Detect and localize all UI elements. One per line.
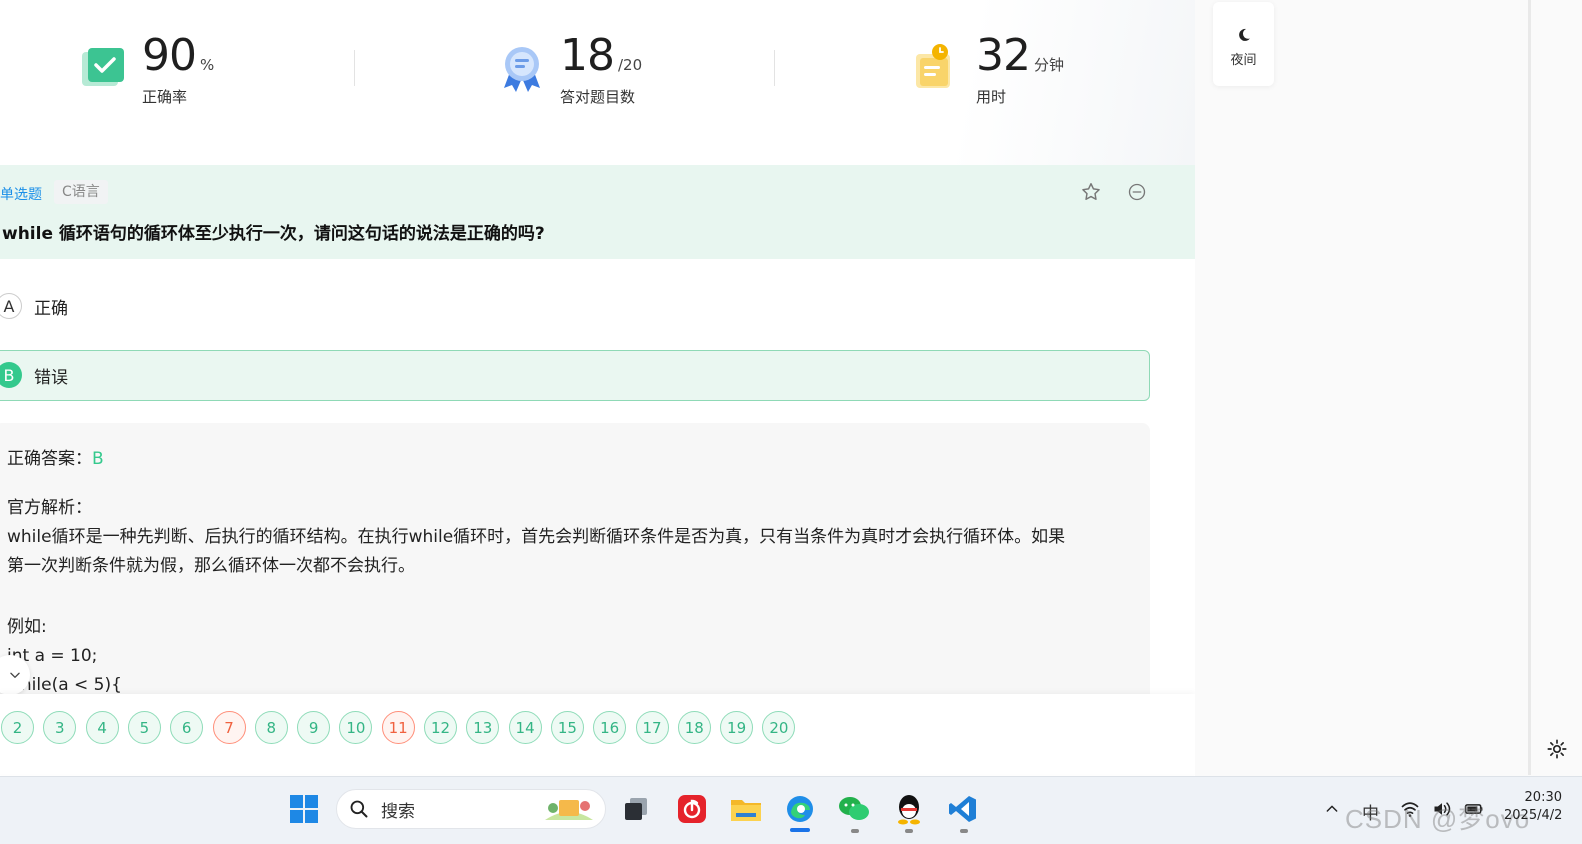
file-explorer-icon[interactable] [728, 791, 764, 827]
option-b-selected-box[interactable] [0, 350, 1150, 401]
stat-accuracy: 90% 正确率 [80, 32, 214, 107]
favorite-star-icon[interactable] [1080, 181, 1102, 203]
question-number-9[interactable]: 9 [297, 711, 331, 744]
question-number-5[interactable]: 5 [127, 711, 161, 744]
clock-note-icon [916, 44, 950, 88]
option-a[interactable]: A 正确 [0, 293, 68, 319]
question-number-4[interactable]: 4 [85, 711, 119, 744]
clock-date: 2025/4/2 [1504, 808, 1563, 823]
question-number-19[interactable]: 19 [720, 711, 754, 744]
official-analysis-label: 官方解析： [7, 498, 92, 518]
app-running-dot [960, 829, 968, 833]
night-mode-button[interactable]: 夜间 [1213, 2, 1274, 86]
question-header: 单选题 C语言 while 循环语句的循环体至少执行一次，请问这句话的说法是正确… [0, 165, 1195, 259]
vscode-icon[interactable] [945, 791, 981, 827]
option-b-text: 错误 [34, 367, 68, 388]
question-number-13[interactable]: 13 [466, 711, 500, 744]
gear-icon[interactable] [1546, 738, 1568, 760]
question-number-6[interactable]: 6 [170, 711, 204, 744]
windows-taskbar: 搜索 中 CSDN @梦ovo 20:30 2025/4/2 [0, 776, 1582, 844]
question-number-20[interactable]: 20 [762, 711, 796, 744]
medal-icon [504, 47, 540, 92]
time-value: 32 [976, 30, 1031, 81]
example-label: 例如: [7, 617, 47, 637]
search-highlight-icon [545, 800, 593, 820]
active-app-indicator [790, 828, 810, 832]
accuracy-value: 90 [142, 30, 197, 81]
chevron-down-icon [10, 672, 20, 678]
stat-correct-count: 18/20 答对题目数 [498, 32, 642, 107]
stat-time-used: 32 分钟 用时 [914, 32, 1064, 107]
question-number-15[interactable]: 15 [550, 711, 584, 744]
task-view-icon[interactable] [618, 791, 654, 827]
taskbar-search-box[interactable]: 搜索 [336, 789, 606, 829]
night-mode-label: 夜间 [1230, 53, 1257, 68]
app-running-dot [851, 829, 859, 833]
moon-icon [1238, 28, 1250, 41]
system-clock[interactable]: 20:30 2025/4/2 [1504, 789, 1562, 825]
question-number-2[interactable]: 2 [1, 711, 34, 744]
answer-analysis-panel: 正确答案：B 官方解析： while循环是一种先判断、后执行的循环结构。在执行w… [0, 423, 1150, 723]
quiz-result-card: 90% 正确率 18/20 答对题目数 32 分钟 用时 单选题 C语言 whi… [0, 0, 1195, 780]
search-icon [350, 800, 368, 818]
option-a-text: 正确 [34, 298, 68, 319]
question-type-tag: 单选题 [0, 187, 42, 203]
analysis-body-line: 第一次判断条件就为假，那么循环体一次都不会执行。 [7, 556, 415, 576]
chevron-up-icon[interactable] [1324, 801, 1340, 817]
question-number-17[interactable]: 17 [635, 711, 669, 744]
netease-music-icon[interactable] [674, 791, 710, 827]
qq-icon[interactable] [891, 791, 927, 827]
question-number-11[interactable]: 11 [381, 711, 415, 744]
time-unit: 分钟 [1034, 56, 1065, 74]
question-number-8[interactable]: 8 [254, 711, 288, 744]
question-number-16[interactable]: 16 [593, 711, 627, 744]
question-number-12[interactable]: 12 [424, 711, 457, 744]
correct-answer-line: 正确答案：B [7, 445, 1150, 474]
accuracy-unit: % [200, 56, 215, 74]
stat-divider [774, 50, 775, 86]
question-number-14[interactable]: 14 [508, 711, 542, 744]
scrollbar-track[interactable] [1528, 0, 1531, 775]
edge-browser-icon[interactable] [782, 791, 818, 827]
correct-unit: /20 [618, 56, 643, 74]
clock-time: 20:30 [1524, 790, 1562, 805]
correct-answer-value: B [92, 449, 104, 469]
csdn-watermark: CSDN @梦ovo [1345, 804, 1531, 834]
stats-bar: 90% 正确率 18/20 答对题目数 32 分钟 用时 [0, 0, 1195, 165]
question-number-10[interactable]: 10 [339, 711, 373, 744]
search-placeholder: 搜索 [381, 801, 415, 822]
check-card-icon [82, 48, 124, 86]
correct-value: 18 [560, 30, 615, 81]
question-number-pager: 2 3 4 5 6 7 8 9 10 11 12 13 14 15 16 17 18 19 20 [0, 694, 1195, 774]
wechat-icon[interactable] [836, 791, 872, 827]
accuracy-label: 正确率 [142, 88, 188, 106]
question-number-18[interactable]: 18 [677, 711, 711, 744]
correct-label: 答对题目数 [560, 88, 636, 106]
time-label: 用时 [976, 88, 1007, 106]
question-number-3[interactable]: 3 [43, 711, 77, 744]
remove-circle-icon[interactable] [1127, 182, 1147, 202]
question-number-7[interactable]: 7 [212, 711, 246, 744]
analysis-body-line: while循环是一种先判断、后执行的循环结构。在执行while循环时，首先会判断… [7, 527, 1066, 547]
code-line: int a = 10; [7, 646, 98, 666]
language-tag: C语言 [54, 180, 108, 204]
option-a-letter: A [0, 293, 22, 319]
correct-answer-label: 正确答案： [7, 449, 92, 469]
option-b-letter: B [0, 362, 22, 388]
question-text: while 循环语句的循环体至少执行一次，请问这句话的说法是正确的吗? [2, 224, 545, 244]
option-b[interactable]: B 错误 [0, 362, 68, 388]
windows-start-icon[interactable] [286, 791, 322, 827]
stat-divider [354, 50, 355, 86]
app-running-dot [905, 829, 913, 833]
